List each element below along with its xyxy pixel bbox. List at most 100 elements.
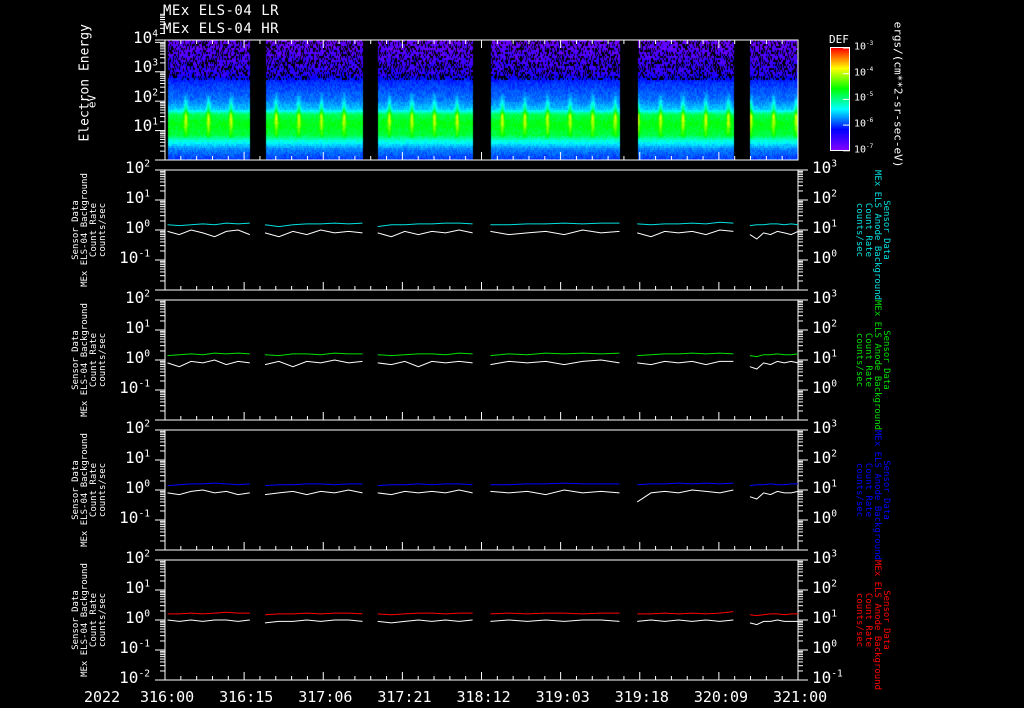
x-tick-label: 316:00 [140,688,195,706]
panel-3-background-line [377,483,473,487]
left-ytick-label: 100 [125,608,150,627]
spectrogram-ytick-label: 101 [133,116,158,135]
tick-exponent: 1 [831,478,838,490]
tick-base: 10 [124,158,145,177]
right-label-line: MEx ELS Anode Background [872,560,882,691]
x-tick-label: 319:03 [535,688,590,706]
tick-base: 10 [854,41,867,53]
tick-exponent: -2 [138,668,150,680]
tick-base: 10 [812,418,832,437]
panel-4-background-line [377,612,473,616]
panel-3-sensor-line [377,489,473,496]
right-label-line: Sensor Data [881,590,891,650]
panel-4-left-label: Sensor Data MEx ELS-04 Background Count Ra… [71,560,108,680]
panel-3-left-label: Sensor Data MEx ELS-04 Background Count Ra… [71,430,108,550]
tick-exponent: 3 [152,57,158,69]
panel-4-sensor-line [490,619,620,622]
panel-1-right-label: Sensor Data MEx ELS Anode Background Count… [854,170,891,300]
left-ytick-label: 102 [125,548,150,567]
right-label-line: counts/sec [854,202,864,258]
tick-base: 10 [119,508,139,527]
tick-exponent: 0 [144,608,150,620]
tick-base: 10 [124,318,145,337]
left-label-line: counts/sec [98,332,108,388]
panel-3-right-label: Sensor Data MEx ELS Anode Background Count… [854,430,891,560]
colorbar-tick-label: 10-3 [854,40,873,52]
tick-exponent: 0 [831,508,838,520]
panel-1-background-line [749,223,799,227]
tick-exponent: 1 [144,188,150,200]
right-ytick-label: 100 [812,248,837,267]
panel-1-background-line [490,222,620,226]
tick-base: 10 [119,638,139,657]
panel-4-background-line [637,611,734,615]
right-ytick-label: 102 [812,448,837,467]
tick-base: 10 [124,608,145,627]
tick-base: 10 [812,668,832,687]
left-ytick-label: 102 [125,158,150,177]
tick-base: 10 [124,348,145,367]
tick-base: 10 [812,608,832,627]
left-label-line: counts/sec [98,462,108,518]
colorbar-unit: ergs/(cm**2-sr-sec-eV) [891,21,905,168]
tick-exponent: -1 [138,638,150,650]
tick-exponent: 0 [831,638,838,650]
panel-3-frame [164,429,799,551]
tick-base: 10 [812,348,832,367]
panel-1-sensor-line [167,229,250,238]
right-label-line: Count Rate [863,332,873,388]
tick-exponent: 3 [831,418,838,430]
left-label-line: counts/sec [98,202,108,258]
tick-base: 10 [854,92,867,104]
panel-4-sensor-line [377,619,473,624]
left-ytick-label: 10-1 [119,638,150,657]
tick-base: 10 [812,638,832,657]
panel-1-background-line [167,222,250,227]
tick-base: 10 [854,118,867,130]
tick-base: 10 [812,548,832,567]
tick-exponent: 3 [831,548,838,560]
right-label-line: counts/sec [854,462,864,518]
right-ytick-label: 101 [812,608,837,627]
left-ytick-label: 10-1 [119,508,150,527]
panel-1-frame [164,169,799,291]
tick-base: 10 [132,115,153,135]
left-ytick-label: 101 [125,318,150,337]
panel-4-sensor-line [167,619,250,622]
tick-base: 10 [124,288,145,307]
left-ytick-label: 10-1 [119,248,150,267]
panel-2-left-label: Sensor Data MEx ELS-04 Background Count Ra… [71,300,108,420]
right-ytick-label: 102 [812,188,837,207]
tick-exponent: 0 [831,378,838,390]
panel-3-background-line [749,483,798,487]
tick-base: 10 [124,218,145,237]
panel-1-sensor-line [490,229,620,236]
tick-exponent: 2 [144,158,150,170]
tick-base: 10 [854,144,867,156]
tick-exponent: -5 [866,91,874,99]
tick-base: 10 [119,668,139,687]
right-label-line: Sensor Data [881,200,891,260]
tick-exponent: -1 [831,668,843,680]
left-ytick-label: 101 [125,188,150,207]
panel-2-sensor-line [167,359,250,368]
tick-base: 10 [812,578,832,597]
right-ytick-label: 103 [812,418,837,437]
left-ytick-label: 10-2 [119,668,150,687]
right-ytick-label: 100 [812,638,837,657]
x-tick-label: 321:00 [773,688,828,706]
tick-exponent: 2 [144,288,150,300]
panel-1-background-line [264,222,363,228]
tick-base: 10 [132,28,153,47]
colorbar-tick-label: 10-6 [854,117,873,129]
tick-base: 10 [812,158,832,177]
tick-exponent: 2 [144,418,150,430]
tick-exponent: 0 [831,248,838,260]
tick-exponent: 1 [831,348,838,360]
tick-base: 10 [812,508,832,527]
panel-3-sensor-line [636,489,734,503]
colorbar-tick-label: 10-4 [854,66,873,78]
panel-3-sensor-line [264,489,363,496]
left-ytick-label: 101 [125,448,150,467]
panel-1-background-line [377,222,473,228]
